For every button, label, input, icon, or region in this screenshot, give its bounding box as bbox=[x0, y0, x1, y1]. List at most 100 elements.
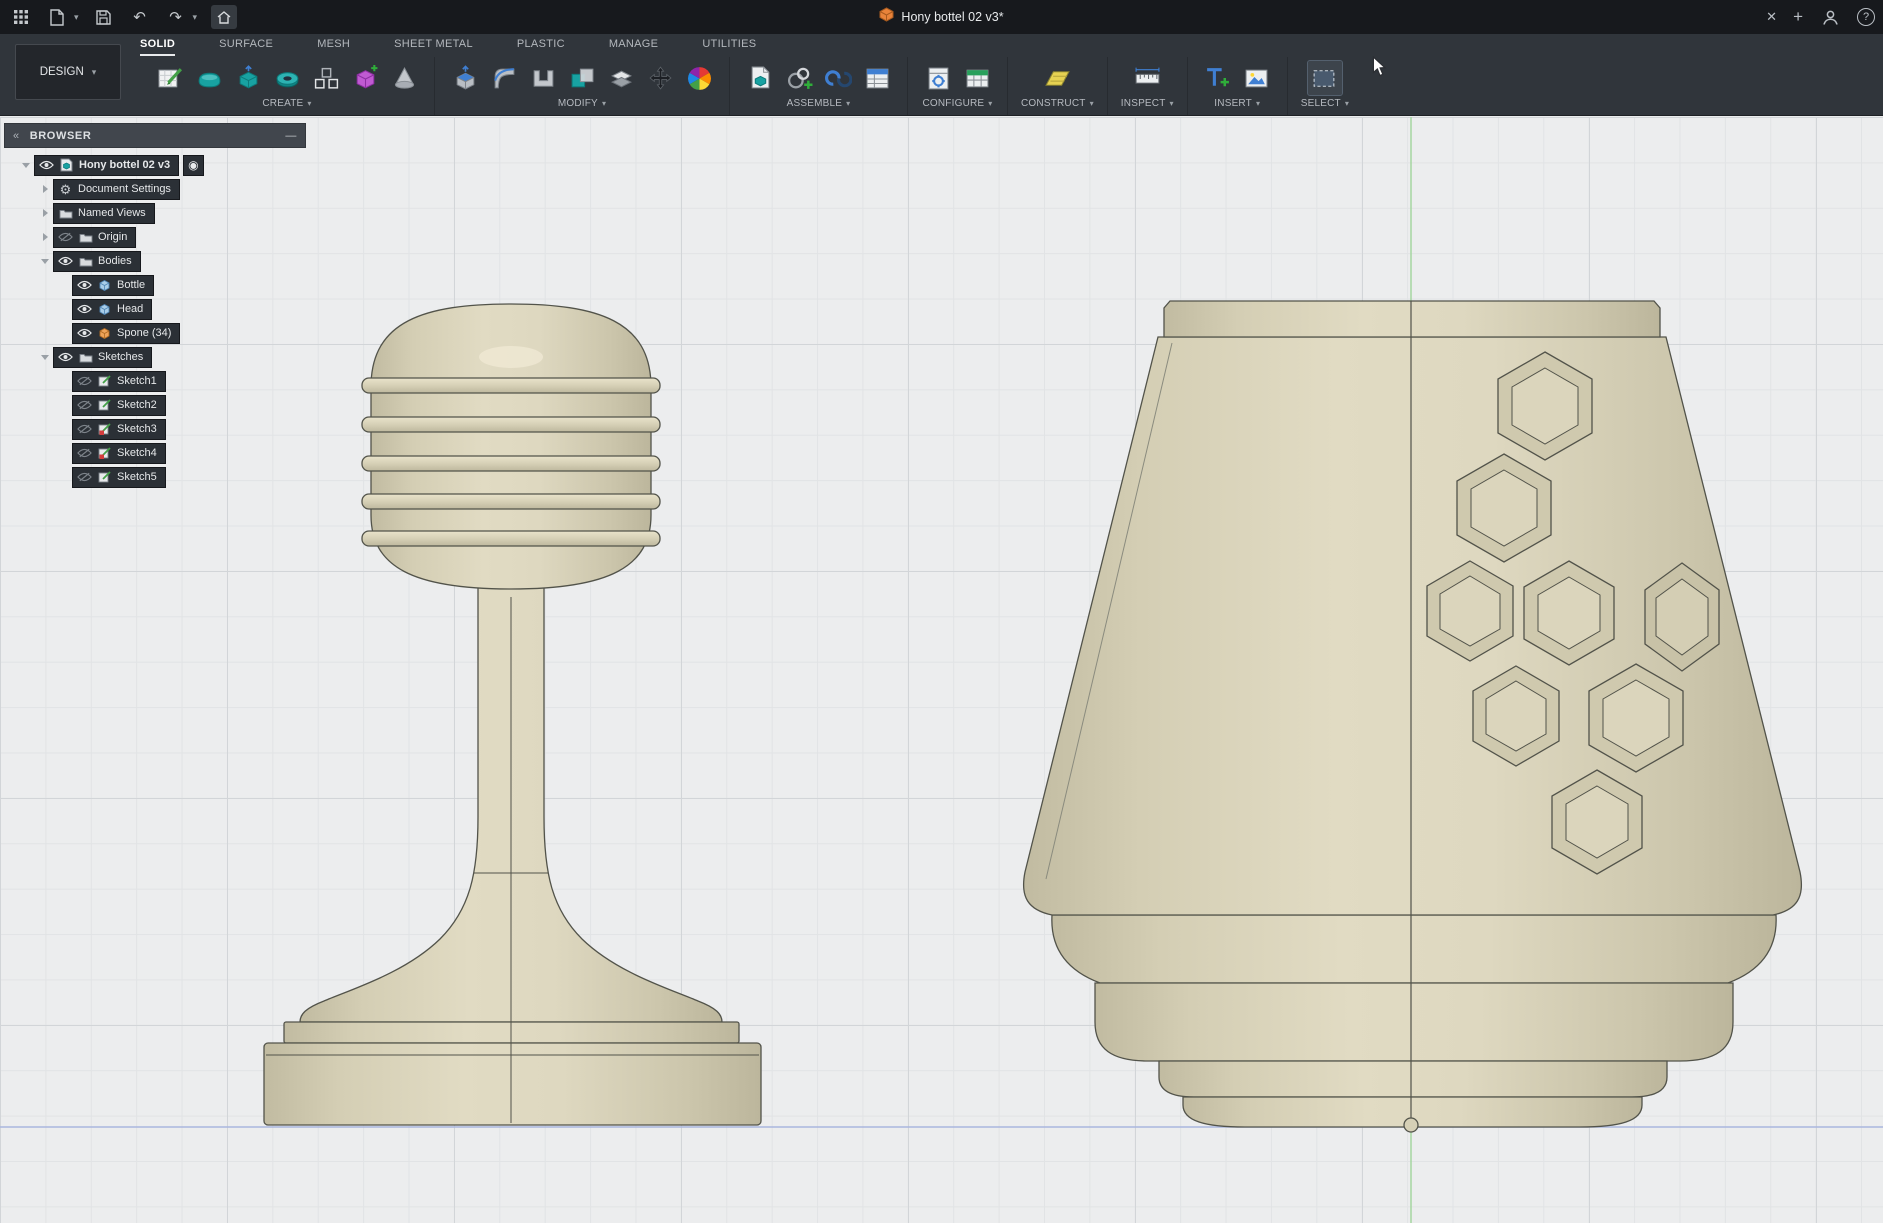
browser-item-label[interactable]: Head bbox=[117, 303, 143, 315]
browser-item-label[interactable]: Sketch4 bbox=[117, 447, 157, 459]
browser-collapse-icon[interactable]: « bbox=[13, 130, 20, 142]
browser-item-sketches[interactable]: Sketches bbox=[4, 345, 306, 369]
visibility-eye-icon[interactable] bbox=[39, 158, 54, 173]
browser-item-label[interactable]: Sketches bbox=[98, 351, 143, 363]
visibility-eye-icon[interactable] bbox=[77, 302, 92, 317]
browser-item-bodies[interactable]: Bodies bbox=[4, 249, 306, 273]
expander-icon[interactable] bbox=[37, 229, 53, 245]
visibility-eye-off-icon[interactable] bbox=[77, 470, 92, 485]
configuration-icon[interactable] bbox=[921, 61, 955, 95]
honey-bottle-model[interactable] bbox=[1024, 301, 1802, 1132]
visibility-eye-icon[interactable] bbox=[77, 326, 92, 341]
redo-icon[interactable]: ↷ bbox=[165, 6, 187, 28]
visibility-eye-off-icon[interactable] bbox=[77, 422, 92, 437]
measure-icon[interactable] bbox=[1130, 61, 1164, 95]
offset-face-icon[interactable] bbox=[604, 61, 638, 95]
box-primitive-icon[interactable] bbox=[348, 61, 382, 95]
configuration-table-icon[interactable] bbox=[960, 61, 994, 95]
new-document-tab-icon[interactable]: + bbox=[1793, 7, 1803, 27]
create-menu[interactable]: CREATE▾ bbox=[262, 98, 311, 109]
expander-icon[interactable] bbox=[37, 181, 53, 197]
browser-item-body-bottle[interactable]: Bottle bbox=[4, 273, 306, 297]
insert-derive-icon[interactable] bbox=[1201, 61, 1235, 95]
insert-menu[interactable]: INSERT▾ bbox=[1214, 98, 1260, 109]
press-pull-icon[interactable] bbox=[448, 61, 482, 95]
construct-menu[interactable]: CONSTRUCT▾ bbox=[1021, 98, 1094, 109]
home-icon[interactable] bbox=[211, 5, 237, 29]
appearance-icon[interactable] bbox=[682, 61, 716, 95]
expander-icon[interactable] bbox=[18, 157, 34, 173]
canvas-image-icon[interactable] bbox=[1240, 61, 1274, 95]
app-grid-icon[interactable] bbox=[10, 6, 32, 28]
tab-sheet-metal[interactable]: SHEET METAL bbox=[394, 38, 473, 56]
select-menu[interactable]: SELECT▾ bbox=[1301, 98, 1349, 109]
browser-item-label[interactable]: Bodies bbox=[98, 255, 132, 267]
tab-surface[interactable]: SURFACE bbox=[219, 38, 273, 56]
profile-icon[interactable] bbox=[1819, 6, 1841, 28]
cone-primitive-icon[interactable] bbox=[387, 61, 421, 95]
browser-item-body-spone[interactable]: Spone (34) bbox=[4, 321, 306, 345]
browser-item-body-head[interactable]: Head bbox=[4, 297, 306, 321]
visibility-eye-off-icon[interactable] bbox=[77, 446, 92, 461]
bom-table-icon[interactable] bbox=[860, 61, 894, 95]
inspect-menu[interactable]: INSPECT▾ bbox=[1121, 98, 1174, 109]
browser-item-origin[interactable]: Origin bbox=[4, 225, 306, 249]
browser-item-label[interactable]: Spone (34) bbox=[117, 327, 171, 339]
assemble-menu[interactable]: ASSEMBLE▾ bbox=[787, 98, 851, 109]
undo-icon[interactable]: ↶ bbox=[129, 6, 151, 28]
browser-item-sketch5[interactable]: Sketch5 bbox=[4, 465, 306, 489]
browser-item-sketch3[interactable]: Sketch3 bbox=[4, 417, 306, 441]
browser-item-document-settings[interactable]: ⚙ Document Settings bbox=[4, 177, 306, 201]
revolve-icon[interactable] bbox=[270, 61, 304, 95]
honey-dipper-model[interactable] bbox=[264, 304, 761, 1125]
combine-icon[interactable] bbox=[565, 61, 599, 95]
browser-item-sketch1[interactable]: Sketch1 bbox=[4, 369, 306, 393]
close-document-icon[interactable]: ✕ bbox=[1766, 9, 1777, 25]
pattern-icon[interactable] bbox=[309, 61, 343, 95]
browser-item-label[interactable]: Bottle bbox=[117, 279, 145, 291]
browser-minimize-icon[interactable]: — bbox=[285, 130, 297, 142]
browser-item-label[interactable]: Named Views bbox=[78, 207, 146, 219]
modify-menu[interactable]: MODIFY▾ bbox=[558, 98, 606, 109]
create-form-icon[interactable] bbox=[192, 61, 226, 95]
browser-item-sketch2[interactable]: Sketch2 bbox=[4, 393, 306, 417]
browser-item-label[interactable]: Sketch5 bbox=[117, 471, 157, 483]
create-sketch-icon[interactable] bbox=[153, 61, 187, 95]
browser-item-label[interactable]: Sketch1 bbox=[117, 375, 157, 387]
tab-utilities[interactable]: UTILITIES bbox=[702, 38, 756, 56]
browser-item-sketch4[interactable]: Sketch4 bbox=[4, 441, 306, 465]
browser-item-label[interactable]: Document Settings bbox=[78, 183, 171, 195]
browser-item-named-views[interactable]: Named Views bbox=[4, 201, 306, 225]
tab-mesh[interactable]: MESH bbox=[317, 38, 350, 56]
visibility-eye-off-icon[interactable] bbox=[77, 374, 92, 389]
browser-item-root-component[interactable]: Hony bottel 02 v3 ◉ bbox=[4, 153, 306, 177]
tab-manage[interactable]: MANAGE bbox=[609, 38, 658, 56]
visibility-eye-icon[interactable] bbox=[77, 278, 92, 293]
viewport-canvas[interactable]: « BROWSER — Hony bottel 02 bbox=[0, 117, 1883, 1223]
construction-plane-icon[interactable] bbox=[1040, 61, 1074, 95]
tab-solid[interactable]: SOLID bbox=[140, 38, 175, 56]
new-component-icon[interactable] bbox=[743, 61, 777, 95]
redo-caret-icon[interactable]: ▾ bbox=[193, 12, 198, 23]
browser-item-label[interactable]: Origin bbox=[98, 231, 127, 243]
fillet-icon[interactable] bbox=[487, 61, 521, 95]
visibility-eye-icon[interactable] bbox=[58, 350, 73, 365]
save-icon[interactable] bbox=[93, 6, 115, 28]
browser-item-label[interactable]: Sketch3 bbox=[117, 423, 157, 435]
joint-icon[interactable] bbox=[782, 61, 816, 95]
expander-icon[interactable] bbox=[37, 205, 53, 221]
tab-plastic[interactable]: PLASTIC bbox=[517, 38, 565, 56]
file-menu-caret-icon[interactable]: ▾ bbox=[74, 12, 79, 23]
shell-icon[interactable] bbox=[526, 61, 560, 95]
visibility-eye-off-icon[interactable] bbox=[77, 398, 92, 413]
configure-menu[interactable]: CONFIGURE▾ bbox=[922, 98, 992, 109]
help-icon[interactable]: ? bbox=[1857, 8, 1875, 26]
browser-item-label[interactable]: Hony bottel 02 v3 bbox=[79, 159, 170, 171]
visibility-eye-off-icon[interactable] bbox=[58, 230, 73, 245]
visibility-eye-icon[interactable] bbox=[58, 254, 73, 269]
select-tool-icon[interactable] bbox=[1308, 61, 1342, 95]
expander-icon[interactable] bbox=[37, 253, 53, 269]
file-menu-icon[interactable] bbox=[46, 6, 68, 28]
activate-component-radio[interactable]: ◉ bbox=[183, 155, 203, 176]
browser-item-label[interactable]: Sketch2 bbox=[117, 399, 157, 411]
